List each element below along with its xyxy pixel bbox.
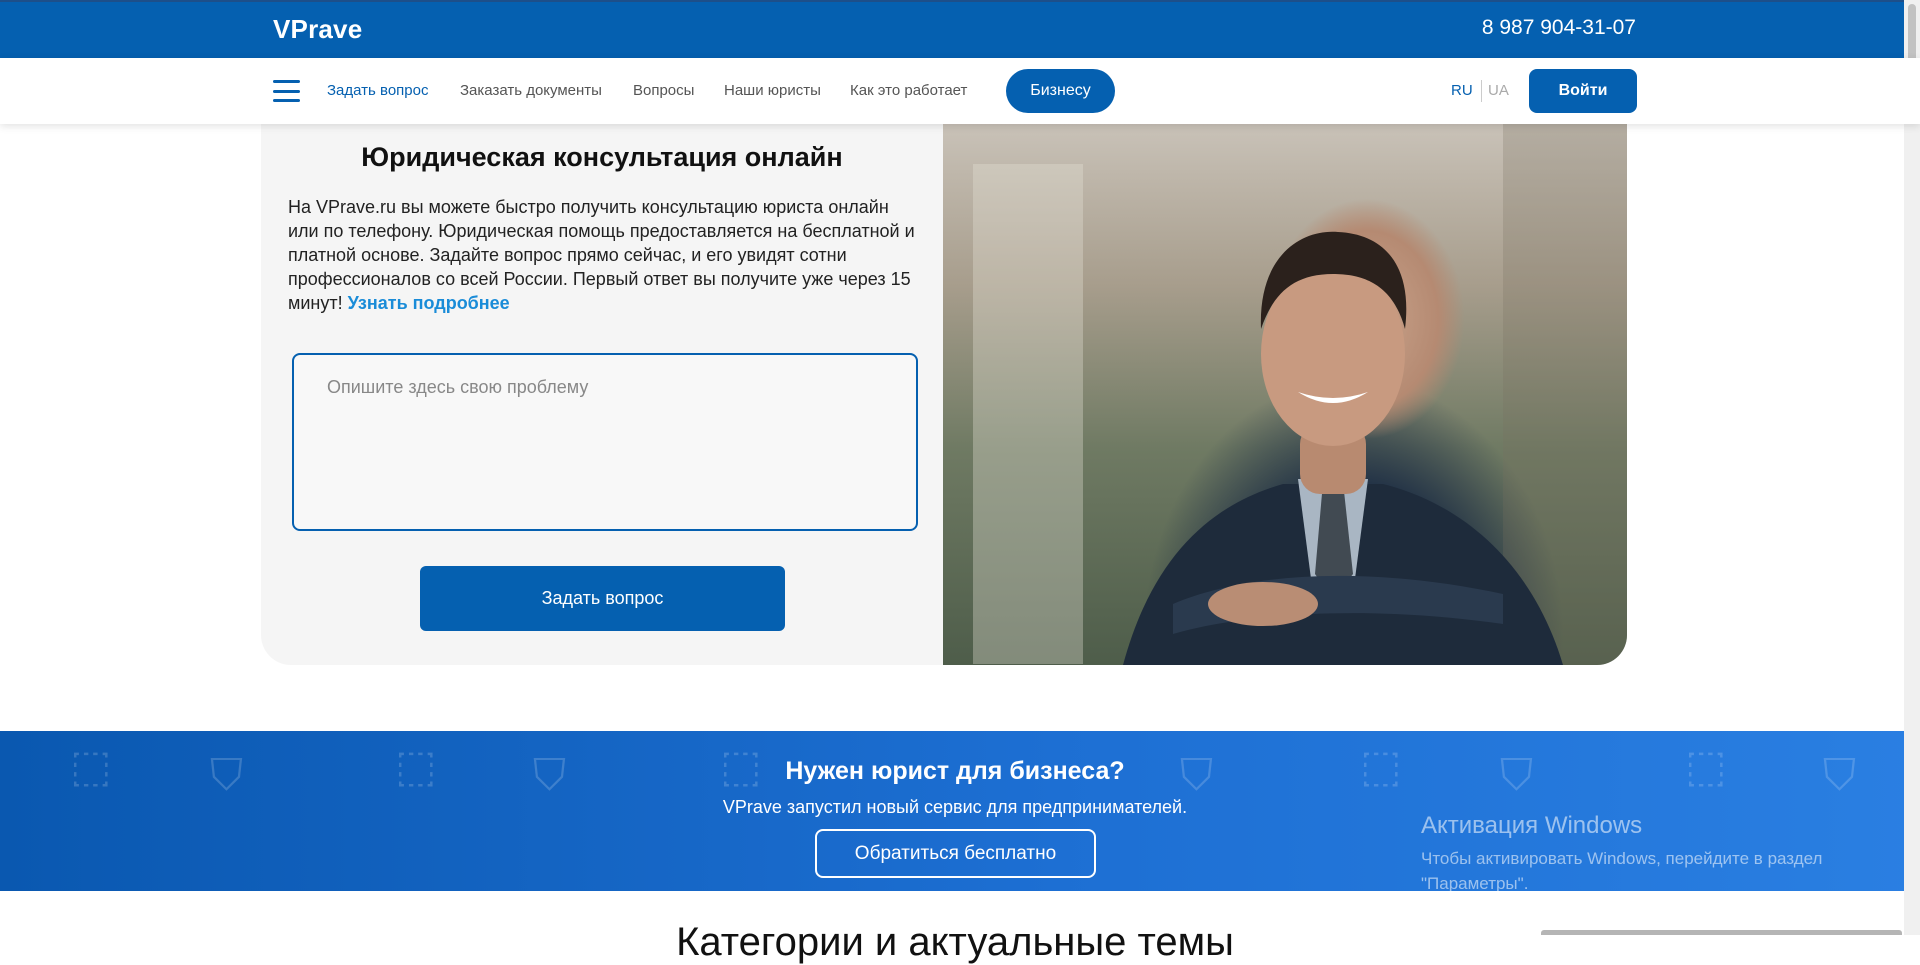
nav-how-it-works[interactable]: Как это работает [850,82,967,99]
login-button[interactable]: Войти [1529,69,1637,113]
nav-ask-question[interactable]: Задать вопрос [327,82,428,99]
lawyer-illustration [973,124,1627,665]
watermark-text-2: "Параметры". [1421,874,1529,893]
lang-ru[interactable]: RU [1451,82,1473,99]
lawyer-photo [943,124,1627,665]
watermark-title: Активация Windows [1421,812,1643,839]
nav-order-documents[interactable]: Заказать документы [460,82,602,99]
hero-form-panel: Юридическая консультация онлайн На VPrav… [261,124,943,665]
business-banner-title: Нужен юрист для бизнеса? [785,757,1125,785]
hero-card: Юридическая консультация онлайн На VPrav… [261,124,1627,665]
business-button[interactable]: Бизнесу [1006,69,1115,113]
problem-input[interactable] [292,353,918,531]
lang-ua[interactable]: UA [1488,82,1509,99]
watermark-text-1: Чтобы активировать Windows, перейдите в … [1421,849,1823,868]
bottom-panel-edge [1541,930,1902,935]
categories-heading: Категории и актуальные темы [676,920,1234,964]
menu-icon[interactable] [273,80,300,102]
learn-more-link[interactable]: Узнать подробнее [348,293,510,313]
nav-questions[interactable]: Вопросы [633,82,694,99]
hero-title: Юридическая консультация онлайн [361,142,843,172]
top-bar: VPrave 8 987 904-31-07 [0,0,1920,58]
logo[interactable]: VPrave [273,14,362,45]
phone-number[interactable]: 8 987 904-31-07 [1482,16,1636,40]
contact-free-button[interactable]: Обратиться бесплатно [815,829,1096,878]
lang-divider [1481,80,1482,102]
main-nav: Задать вопрос Заказать документы Вопросы… [0,58,1920,124]
hero-description: На VPrave.ru вы можете быстро получить к… [288,195,918,315]
page-scrollbar[interactable] [1904,0,1920,935]
ask-question-button[interactable]: Задать вопрос [420,566,785,631]
windows-activation-watermark: Активация Windows Чтобы активировать Win… [1421,812,1822,896]
nav-lawyers[interactable]: Наши юристы [724,82,821,99]
